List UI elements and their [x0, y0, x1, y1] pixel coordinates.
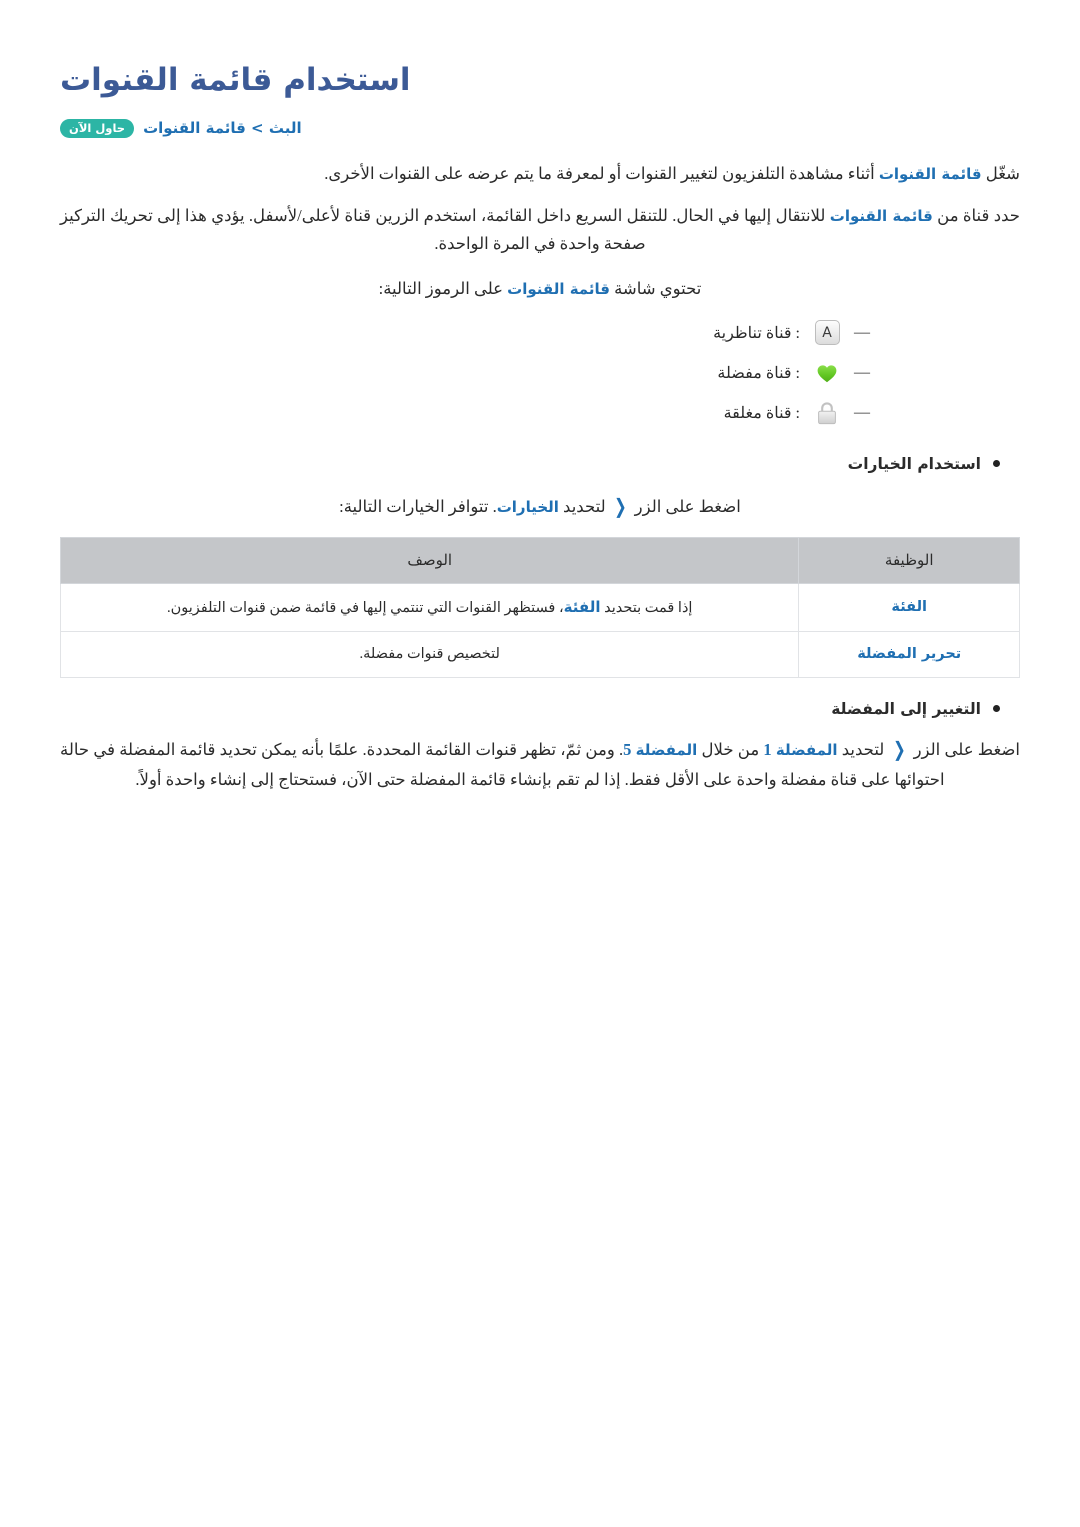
fav-mid1: لتحديد [837, 739, 889, 759]
fav-num-1: 1 [763, 739, 772, 759]
bullet-icon [993, 460, 1000, 468]
fav-num-5: 5 [623, 739, 632, 759]
try-now-badge[interactable]: حاول الآن [60, 118, 135, 139]
p1-before: شغّل [981, 163, 1020, 183]
analog-channel-icon-glyph: A [814, 320, 840, 346]
cell-function-category[interactable]: الفئة [798, 582, 1020, 632]
section-heading-change-to-favorites: التغيير إلى المفضلة [60, 700, 1020, 718]
p2-before: حدد قناة من [932, 205, 1020, 225]
bullet-icon [993, 705, 1000, 713]
desc0-before: إذا قمت بتحديد [600, 599, 693, 616]
dash-marker: — [854, 363, 870, 381]
section-heading-use-options: استخدام الخيارات [60, 455, 1020, 473]
locked-channel-icon [810, 399, 844, 427]
opt-mid: لتحديد [558, 496, 610, 516]
legend-label: : قناة مفضلة [717, 364, 800, 382]
column-header-description: الوصف [59, 536, 800, 584]
table-row: الفئة إذا قمت بتحديد الفئة، فستظهر القنو… [59, 582, 1020, 632]
opt-before: اضغط على الزر [630, 496, 741, 516]
list-item: — A : قناة تناظرية [60, 313, 870, 353]
page-title: استخدام قائمة القنوات [60, 62, 411, 98]
legend-label: : قناة مغلقة [723, 404, 800, 422]
desc0-after: ، فستظهر القنوات التي تنتمي إليها في قائ… [166, 599, 564, 616]
table-row: تحرير المفضلة لتخصيص قنوات مفضلة. [59, 630, 1020, 678]
breadcrumb-path[interactable]: البث > قائمة القنوات [143, 119, 302, 137]
section-heading-label: التغيير إلى المفضلة [831, 699, 981, 718]
dash-marker: — [854, 403, 870, 421]
icons-intro-after: على الرموز التالية: [378, 278, 508, 298]
fav-mid2: من خلال [697, 739, 764, 759]
breadcrumb: البث > قائمة القنوات حاول الآن [60, 117, 1020, 139]
opt-link-options[interactable]: الخيارات [497, 498, 559, 516]
cell-description-category: إذا قمت بتحديد الفئة، فستظهر القنوات الت… [59, 582, 800, 632]
p2-link-channel-list[interactable]: قائمة القنوات [830, 207, 933, 225]
favorite-heart-icon [810, 359, 844, 387]
fav-before: اضغط على الزر [909, 739, 1020, 759]
p1-link-channel-list[interactable]: قائمة القنوات [879, 165, 982, 183]
paragraph-icons-intro: تحتوي شاشة قائمة القنوات على الرموز التا… [60, 275, 1020, 303]
section-heading-label: استخدام الخيارات [847, 454, 981, 473]
icons-intro-link-channel-list[interactable]: قائمة القنوات [507, 280, 610, 298]
dash-marker: — [854, 323, 870, 341]
icon-legend-list: — A : قناة تناظرية —: قناة مفضلة —: قن… [60, 313, 1020, 433]
paragraph-navigation: حدد قناة من قائمة القنوات للانتقال إليها… [60, 202, 1020, 259]
paragraph-options-intro: اضغط على الزر ❮ لتحديد الخيارات. تتوافر … [60, 489, 1020, 523]
list-item: — : قناة مفضلة [60, 353, 870, 393]
options-table: الوظيفة الوصف الفئة إذا قمت بتحديد الفئة… [59, 536, 1020, 678]
cell-description-edit-favorites: لتخصيص قنوات مفضلة. [59, 630, 800, 678]
paragraph-favorites-body: اضغط على الزر ❮ لتحديد المفضلة 1 من خلال… [60, 732, 1020, 795]
paragraph-intro: شغّل قائمة القنوات أثناء مشاهدة التلفزيو… [60, 160, 1020, 188]
icons-intro-before: تحتوي شاشة [609, 278, 702, 298]
p2-after: للانتقال إليها في الحال. للتنقل السريع د… [60, 205, 830, 254]
legend-label: : قناة تناظرية [713, 324, 800, 342]
chevron-left-icon: ❮ [613, 493, 627, 518]
column-header-function: الوظيفة [798, 536, 1020, 584]
table-header-row: الوظيفة الوصف [59, 536, 1020, 584]
cell-function-edit-favorites[interactable]: تحرير المفضلة [798, 630, 1020, 678]
desc1-before: لتخصيص قنوات مفضلة. [359, 645, 500, 662]
fav-link-favorites-1[interactable]: المفضلة [776, 741, 838, 759]
fav-link-favorites-5[interactable]: المفضلة [636, 741, 698, 759]
analog-channel-icon: A [810, 319, 844, 347]
p1-after: أثناء مشاهدة التلفزيون لتغيير القنوات أو… [324, 163, 879, 183]
document-page: استخدام قائمة القنوات البث > قائمة القنو… [0, 0, 1080, 795]
opt-after: . تتوافر الخيارات التالية: [339, 496, 497, 516]
list-item: — : قناة مغلقة [60, 393, 870, 433]
chevron-left-icon: ❮ [892, 736, 906, 761]
desc0-link-category[interactable]: الفئة [564, 598, 601, 616]
